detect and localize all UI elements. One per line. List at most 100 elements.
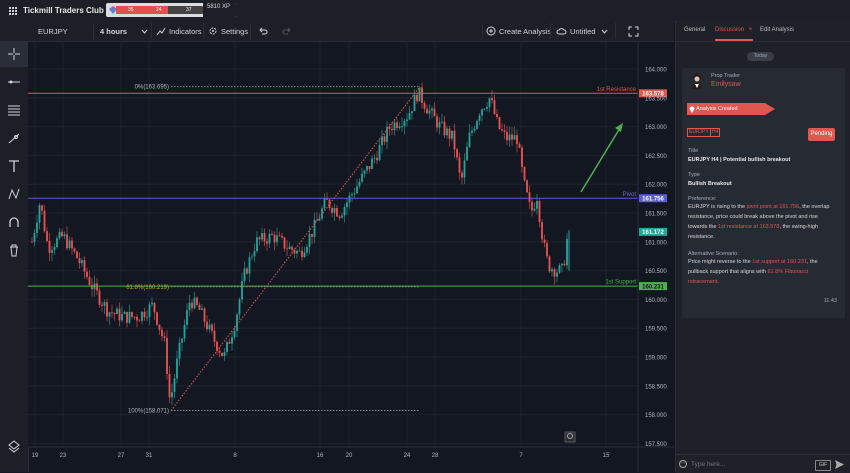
send-icon[interactable] bbox=[835, 460, 844, 469]
candle-body bbox=[503, 130, 506, 132]
horizontal-line-tool[interactable] bbox=[0, 69, 28, 95]
gear-icon bbox=[209, 27, 217, 35]
chart-canvas[interactable]: 1st ResistancePivot1st Support163.578161… bbox=[28, 42, 674, 472]
indicators-button[interactable]: Indicators bbox=[156, 21, 202, 41]
candle-body bbox=[256, 237, 258, 252]
candle-body bbox=[268, 233, 271, 244]
fib-100-label: 100%(158.071) bbox=[128, 409, 169, 415]
candle-body bbox=[338, 216, 341, 218]
candle-body bbox=[148, 304, 151, 317]
candle-body bbox=[286, 248, 288, 250]
tab-general[interactable]: General bbox=[684, 27, 705, 33]
candle-body bbox=[271, 233, 273, 235]
candle-body bbox=[463, 160, 466, 178]
candle-body bbox=[281, 235, 283, 238]
candle-body bbox=[156, 312, 158, 325]
candle-body bbox=[178, 342, 181, 359]
price-chart[interactable]: 1st Resistance Pivot 1st Support 163.578 161… bbox=[28, 42, 674, 472]
candle-body bbox=[381, 136, 383, 146]
candle-body bbox=[138, 320, 141, 322]
xp-value: 5810 XP bbox=[207, 4, 231, 10]
fullscreen-button[interactable] bbox=[628, 21, 639, 41]
alt-support: 1st support at 160.231 bbox=[752, 259, 807, 265]
candle-body bbox=[53, 247, 56, 250]
brand[interactable]: Tickmill Traders Club bbox=[0, 0, 106, 21]
candle-body bbox=[231, 337, 233, 344]
candle-body bbox=[296, 250, 298, 254]
candle-body bbox=[213, 330, 216, 342]
layers-icon bbox=[8, 440, 20, 453]
candle-body bbox=[246, 268, 248, 274]
tab-discussion-label: Discussion bbox=[715, 27, 745, 33]
avatar[interactable] bbox=[690, 73, 704, 89]
trend-line-tool[interactable] bbox=[0, 125, 28, 151]
xp-segment-3: 37 bbox=[186, 7, 192, 13]
candle-body bbox=[396, 122, 398, 129]
candle-body bbox=[343, 207, 346, 216]
candle-body bbox=[31, 241, 33, 243]
candle-body bbox=[556, 272, 558, 277]
y-tick-label: 161.000 bbox=[645, 240, 667, 246]
candle-body bbox=[141, 311, 143, 321]
status-ribbon-label: Analysis Created bbox=[696, 106, 738, 112]
gif-button[interactable]: GIF bbox=[815, 460, 831, 471]
candle-body bbox=[351, 194, 353, 196]
candle-body bbox=[83, 260, 86, 272]
candle-body bbox=[366, 166, 368, 171]
symbol-selector[interactable]: EURJPY bbox=[38, 21, 68, 41]
x-tick-label: 23 bbox=[60, 453, 67, 459]
candle-body bbox=[471, 130, 473, 133]
close-icon[interactable]: × bbox=[749, 27, 753, 33]
pattern-icon bbox=[8, 188, 20, 200]
candle-body bbox=[186, 310, 188, 326]
pattern-tool[interactable] bbox=[0, 181, 28, 207]
layout-selector[interactable]: Untitled bbox=[556, 21, 608, 41]
fib-tool[interactable] bbox=[0, 97, 28, 123]
title-label: Title bbox=[688, 148, 699, 154]
title-value: EURJPY H4 | Potential bullish breakout bbox=[688, 157, 791, 163]
plus-circle-icon bbox=[486, 26, 496, 36]
candle-body bbox=[51, 249, 53, 253]
apps-grid-icon[interactable] bbox=[8, 6, 17, 15]
text-tool[interactable] bbox=[0, 153, 28, 179]
undo-button[interactable] bbox=[258, 21, 268, 41]
tab-edit-analysis[interactable]: Edit Analysis bbox=[760, 27, 794, 33]
candle-body bbox=[473, 128, 476, 131]
candle-body bbox=[368, 166, 371, 169]
candle-body bbox=[283, 237, 286, 249]
candle-body bbox=[201, 308, 203, 310]
bulb-icon[interactable] bbox=[564, 431, 576, 443]
emoji-icon[interactable] bbox=[679, 460, 687, 468]
magnet-tool[interactable] bbox=[0, 209, 28, 235]
candle-body bbox=[336, 208, 338, 217]
candle-body bbox=[518, 143, 521, 148]
settings-button[interactable]: Settings bbox=[208, 21, 248, 41]
today-pill: Today bbox=[747, 52, 774, 61]
candle-body bbox=[413, 94, 416, 112]
candle-body bbox=[491, 98, 493, 101]
candle-body bbox=[78, 258, 81, 264]
candle-body bbox=[236, 314, 238, 331]
candle-body bbox=[143, 311, 146, 318]
layers-tool[interactable] bbox=[0, 433, 28, 459]
candle-body bbox=[176, 358, 178, 379]
candle-body bbox=[403, 120, 406, 127]
candle-body bbox=[356, 186, 358, 194]
candle-body bbox=[321, 208, 323, 219]
top-bar: Tickmill Traders Club 35 24 37 5810 XP bbox=[0, 0, 850, 22]
candle-body bbox=[513, 135, 516, 140]
candle-body bbox=[481, 109, 483, 116]
redo-button[interactable] bbox=[282, 21, 292, 41]
message-input[interactable] bbox=[689, 458, 813, 471]
delete-tool[interactable] bbox=[0, 237, 28, 263]
crosshair-tool[interactable] bbox=[0, 41, 28, 67]
undo-icon bbox=[259, 27, 268, 35]
candle-body bbox=[226, 341, 228, 352]
create-analysis-button[interactable]: Create Analysis bbox=[486, 21, 551, 41]
tab-discussion[interactable]: Discussion × bbox=[715, 27, 753, 41]
candle-body bbox=[516, 135, 518, 144]
author-name[interactable]: Emilysaw bbox=[711, 81, 741, 88]
candle-body bbox=[121, 313, 123, 321]
timeframe-selector[interactable]: 4 hours bbox=[100, 21, 150, 41]
candle-body bbox=[533, 208, 536, 211]
